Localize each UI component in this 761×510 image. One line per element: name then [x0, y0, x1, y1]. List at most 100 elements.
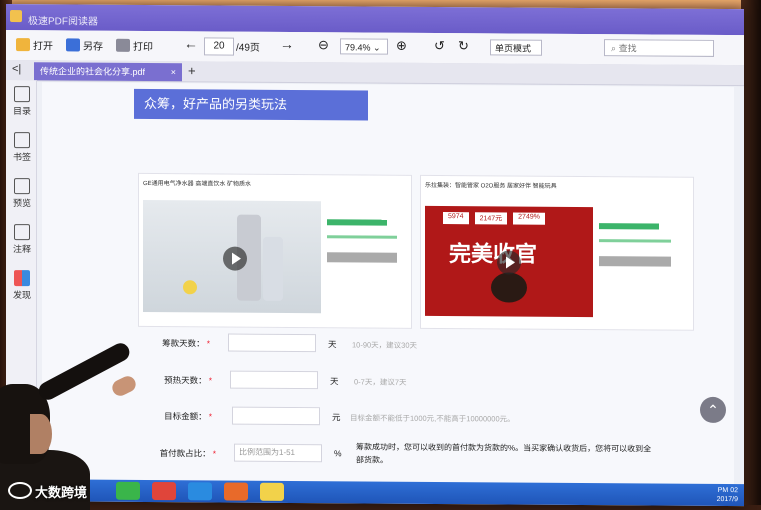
left-product-screenshot: GE通用电气净水器 高端直饮水 矿物质水 — [138, 172, 412, 329]
sidebar-label: 书签 — [12, 152, 31, 163]
days-input[interactable] — [228, 333, 316, 353]
watermark: 大数跨境 — [8, 482, 87, 501]
stat-percent: 2749% — [513, 212, 545, 225]
document-tab-label: 传统企业的社会化分享.pdf — [40, 66, 146, 77]
taskbar-browser-icon[interactable] — [188, 482, 212, 501]
days-label: 筹款天数： * — [162, 338, 210, 349]
sidebar-item-discover[interactable]: 发现 — [9, 270, 35, 301]
progress-bar — [599, 239, 671, 243]
sidebar-item-bookmarks[interactable]: 书签 — [9, 132, 35, 163]
warmup-hint: 0-7天，建议7天 — [354, 377, 407, 387]
next-page-icon[interactable]: → — [280, 36, 294, 52]
close-tab-icon[interactable]: × — [171, 63, 176, 81]
sidebar-label: 注释 — [12, 244, 31, 255]
lemon — [183, 280, 197, 295]
floppy-disk-icon — [66, 38, 80, 52]
room-wall-right — [741, 0, 761, 505]
zoom-value: 79.4% — [345, 42, 371, 53]
thumbnails-icon — [14, 178, 30, 195]
ratio-input[interactable]: 比例范围为1-51 — [234, 443, 322, 463]
target-input[interactable] — [232, 406, 320, 426]
search-icon: ⌕ — [611, 43, 617, 54]
complete-overlay-text: 完美收官 — [449, 241, 538, 267]
window-title: 极速PDF阅读器 — [28, 16, 98, 28]
sidebar-label: 发现 — [12, 290, 31, 301]
device-image — [491, 272, 527, 303]
sidebar-label: 预览 — [12, 198, 31, 209]
taskbar-app-icon[interactable] — [116, 481, 140, 500]
windows-taskbar: PM 02 2017/9 — [6, 479, 744, 507]
stat-amount: 2147元 — [474, 212, 508, 225]
water-purifier-photo — [143, 199, 321, 314]
sidebar-item-preview[interactable]: 预览 — [9, 178, 35, 209]
bookmark-icon — [14, 132, 30, 149]
funded-amount-bar — [327, 219, 387, 226]
page-number-input[interactable]: 20 — [204, 37, 234, 56]
print-button[interactable]: 打印 — [116, 38, 153, 53]
sidebar-item-toc[interactable]: 目录 — [9, 86, 35, 117]
zoom-out-icon[interactable]: ⊖ — [318, 37, 329, 53]
filter-tank — [263, 236, 283, 301]
play-icon[interactable] — [497, 250, 521, 275]
warmup-unit: 天 — [330, 376, 339, 387]
open-label: 打开 — [33, 41, 53, 53]
prev-page-icon[interactable]: ← — [184, 35, 198, 51]
add-tab-icon[interactable]: + — [188, 63, 196, 78]
watermark-logo-icon — [8, 482, 32, 499]
taskbar-app-icon[interactable] — [152, 482, 176, 501]
target-unit: 元 — [332, 412, 341, 423]
right-shot-title: 乐拉集装：智能管家 O2O服务 居家好伴 智能玩具 — [425, 182, 557, 190]
printer-icon — [116, 38, 130, 52]
smart-device-photo: 5974 2147元 2749% 完美收官 — [425, 205, 593, 318]
clock-time: PM 02 — [717, 486, 738, 495]
search-input[interactable]: ⌕ 查找 — [604, 39, 714, 57]
zoom-select[interactable]: 79.4% ⌄ — [340, 38, 388, 55]
list-icon — [14, 86, 30, 103]
scroll-to-top-button[interactable]: ⌃ — [700, 396, 726, 424]
open-button[interactable]: 打开 — [16, 37, 53, 52]
progress-bar — [327, 235, 397, 239]
support-button[interactable] — [599, 256, 671, 267]
days-hint: 10-90天，建议30天 — [352, 340, 418, 350]
apps-grid-icon — [14, 270, 30, 287]
document-tab[interactable]: 传统企业的社会化分享.pdf × — [34, 62, 182, 82]
rotate-right-icon[interactable]: ↻ — [458, 38, 469, 54]
funded-amount-bar — [599, 223, 659, 230]
search-placeholder: 查找 — [618, 43, 637, 54]
target-hint: 目标金额不能低于1000元,不能高于10000000元。 — [350, 413, 515, 424]
left-shot-title: GE通用电气净水器 高端直饮水 矿物质水 — [143, 180, 252, 188]
stat-boxes: 5974 2147元 2749% — [443, 212, 545, 225]
taskbar-app-icon[interactable] — [260, 482, 284, 501]
right-product-screenshot: 乐拉集装：智能管家 O2O服务 居家好伴 智能玩具 5974 2147元 274… — [420, 174, 694, 331]
warmup-input[interactable] — [230, 370, 318, 390]
warmup-label: 预热天数： * — [164, 375, 212, 386]
print-label: 打印 — [133, 41, 153, 54]
watermark-text: 大数跨境 — [35, 485, 88, 500]
system-clock: PM 02 2017/9 — [717, 486, 738, 504]
sidebar-item-annotations[interactable]: 注释 — [9, 224, 35, 255]
folder-icon — [16, 38, 30, 52]
rotate-left-icon[interactable]: ↺ — [434, 38, 445, 54]
chevron-down-icon: ⌄ — [373, 42, 381, 53]
taskbar-pdf-icon[interactable] — [224, 482, 248, 501]
note-icon — [14, 224, 30, 241]
projection-screen: 极速PDF阅读器 打开 另存 打印 ← 20 /49页 → ⊖ 79.4% ⌄ … — [6, 4, 744, 507]
ratio-unit: % — [334, 448, 342, 459]
save-as-button[interactable]: 另存 — [66, 37, 103, 53]
view-mode-select[interactable]: 单页模式 ⌄ — [490, 39, 542, 69]
zoom-in-icon[interactable]: ⊕ — [396, 38, 407, 54]
support-button[interactable] — [327, 252, 397, 263]
play-icon[interactable] — [223, 246, 247, 271]
view-mode-value: 单页模式 — [495, 43, 532, 54]
ratio-label: 首付款占比： * — [159, 448, 216, 459]
collapse-sidebar-icon[interactable]: <| — [12, 63, 21, 75]
pdf-page: 众筹，好产品的另类玩法 GE通用电气净水器 高端直饮水 矿物质水 乐拉集装：智能… — [42, 82, 734, 488]
sidebar-label: 目录 — [12, 106, 31, 117]
stat-supporters: 5974 — [443, 212, 469, 225]
days-unit: 天 — [328, 339, 337, 350]
right-shot-info-panel — [599, 207, 685, 318]
left-shot-info-panel — [327, 201, 407, 314]
clock-date: 2017/9 — [716, 495, 738, 504]
ratio-note: 筹款成功时，您可以收到的首付款为货款的%。当买家确认收货后，您将可以收到全部货款… — [356, 442, 652, 465]
save-as-label: 另存 — [83, 41, 103, 53]
